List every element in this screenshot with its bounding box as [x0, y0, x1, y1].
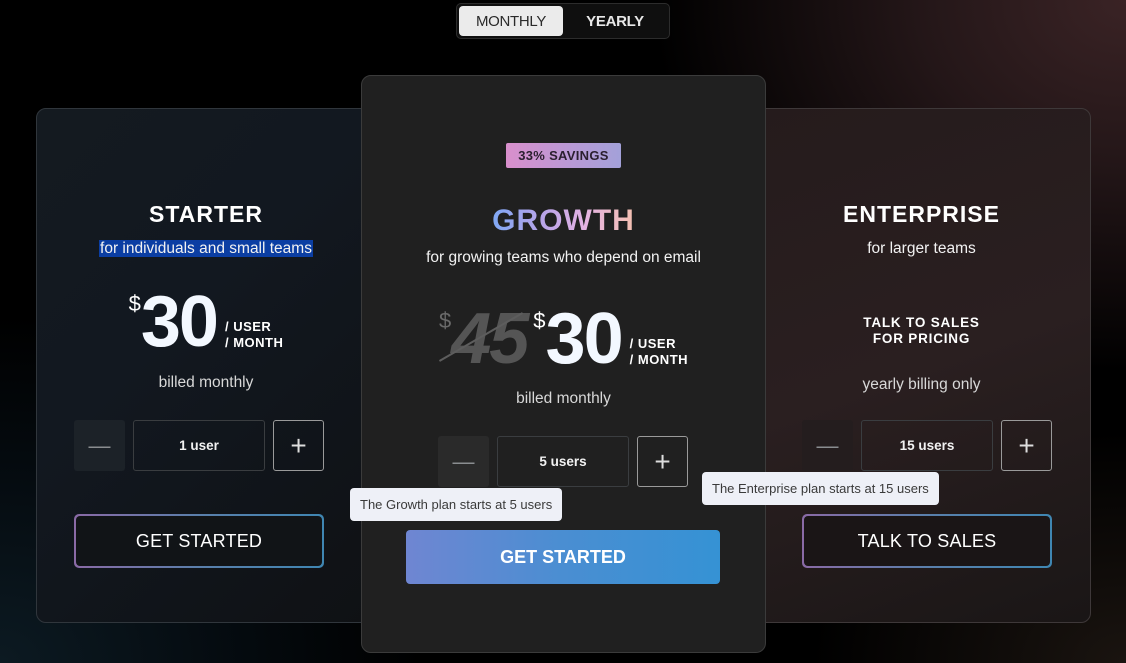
billing-note: billed monthly [516, 390, 611, 407]
plan-card-starter: STARTER for individuals and small teams … [36, 108, 376, 623]
get-started-button[interactable]: GET STARTED [74, 514, 324, 568]
increment-button[interactable]: + [273, 420, 324, 471]
decrement-button[interactable]: — [802, 420, 853, 471]
price: $ 30 / USER / MONTH [37, 282, 375, 362]
currency-symbol: $ [438, 308, 452, 333]
toggle-yearly[interactable]: YEARLY [563, 6, 667, 36]
price-unit: / USER / MONTH [225, 319, 283, 351]
per-user: / USER [224, 319, 272, 334]
billing-toggle: MONTHLY YEARLY [456, 3, 670, 39]
enterprise-min-users-tooltip: The Enterprise plan starts at 15 users [702, 472, 939, 505]
toggle-monthly[interactable]: MONTHLY [459, 6, 563, 36]
seat-stepper: — 15 users + [802, 420, 1052, 471]
seat-count[interactable]: 5 users [497, 436, 629, 487]
plan-subtitle: for growing teams who depend on email [426, 249, 701, 266]
plan-title: ENTERPRISE [843, 201, 1000, 227]
seat-count[interactable]: 15 users [861, 420, 993, 471]
pricing-line-2: FOR PRICING [872, 331, 971, 346]
plan-subtitle: for individuals and small teams [99, 240, 313, 257]
seat-stepper: — 5 users + [438, 436, 688, 487]
original-price: $ 45 [438, 303, 529, 375]
savings-badge: 33% SAVINGS [506, 143, 621, 168]
seat-count[interactable]: 1 user [133, 420, 265, 471]
price: $ 45 $ 30 / USER / MONTH [362, 299, 765, 379]
seat-stepper: — 1 user + [74, 420, 324, 471]
growth-min-users-tooltip: The Growth plan starts at 5 users [350, 488, 563, 521]
price-amount: 30 [140, 282, 219, 362]
per-user: / USER [629, 336, 676, 351]
currency-symbol: $ [128, 291, 141, 316]
currency-symbol: $ [533, 308, 546, 333]
pricing-note: TALK TO SALES FOR PRICING [753, 315, 1090, 347]
plan-title: STARTER [149, 201, 263, 227]
talk-to-sales-label: TALK TO SALES [804, 516, 1050, 566]
get-started-button[interactable]: GET STARTED [406, 530, 720, 584]
price-unit: / USER / MONTH [630, 336, 688, 368]
plan-subtitle: for larger teams [867, 240, 976, 257]
plan-card-growth: 33% SAVINGS GROWTH for growing teams who… [361, 75, 766, 653]
increment-button[interactable]: + [637, 436, 688, 487]
price-amount: 30 [545, 299, 624, 379]
per-month: / MONTH [224, 335, 284, 350]
pricing-line-1: TALK TO SALES [863, 315, 980, 330]
get-started-label: GET STARTED [76, 516, 322, 566]
talk-to-sales-button[interactable]: TALK TO SALES [802, 514, 1052, 568]
billing-note: billed monthly [158, 374, 254, 391]
decrement-button[interactable]: — [74, 420, 125, 471]
decrement-button[interactable]: — [438, 436, 489, 487]
per-month: / MONTH [629, 352, 689, 367]
billing-note: yearly billing only [862, 376, 981, 393]
plan-title: GROWTH [492, 204, 635, 237]
increment-button[interactable]: + [1001, 420, 1052, 471]
plan-card-enterprise: ENTERPRISE for larger teams TALK TO SALE… [752, 108, 1091, 623]
